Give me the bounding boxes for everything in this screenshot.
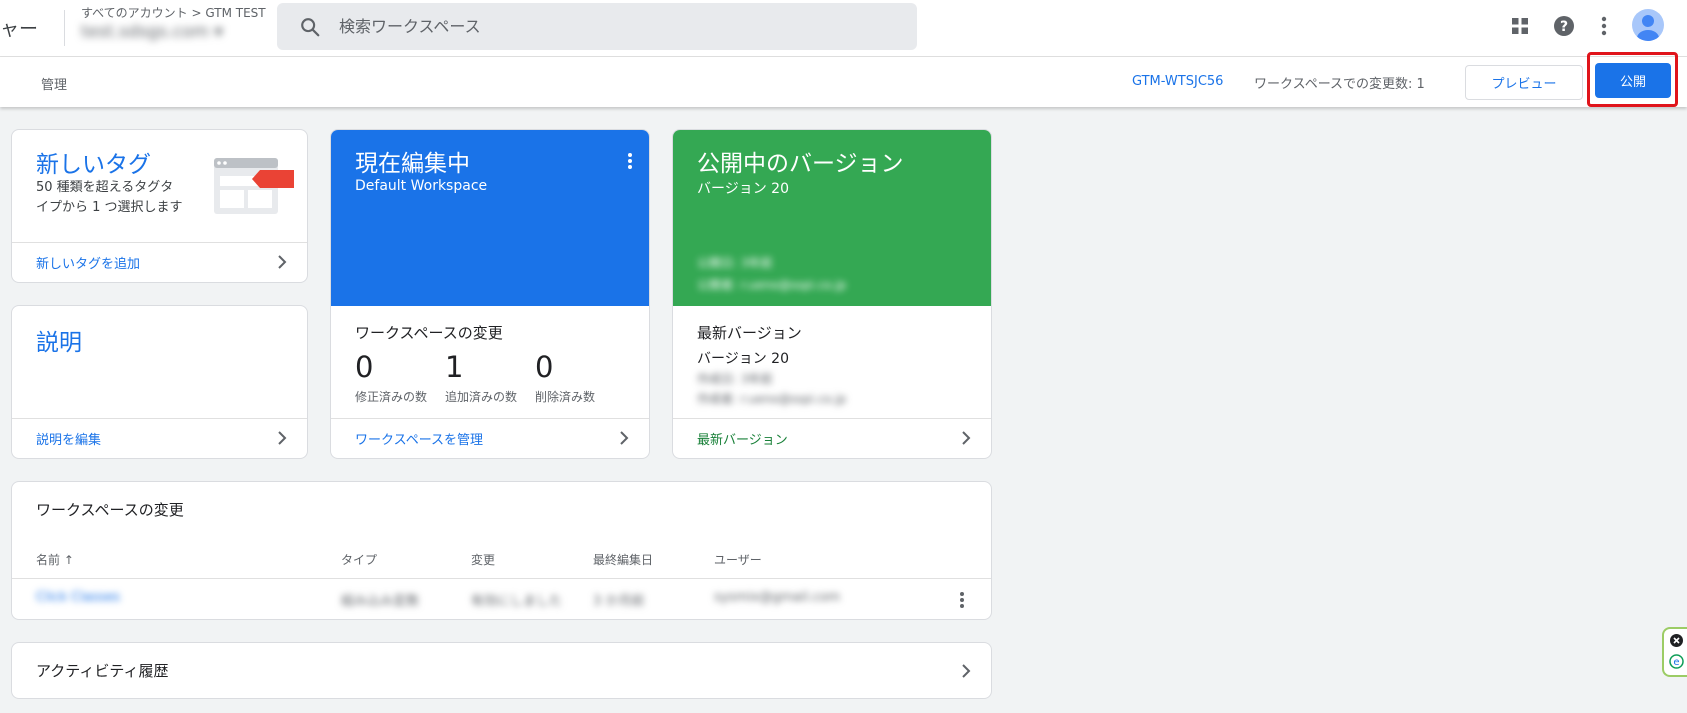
latest-creator: 作成者: r.ueno@sspi.co.jp xyxy=(697,392,847,406)
live-published-date: 公開日: 3年前 xyxy=(697,256,773,270)
row-name[interactable]: Click Classes xyxy=(36,590,120,605)
manage-workspaces-label: ワークスペースを管理 xyxy=(355,433,484,448)
current-workspace-header: 現在編集中 Default Workspace xyxy=(331,130,649,306)
column-header-type[interactable]: タイプ xyxy=(341,551,377,568)
activity-history-title: アクティビティ履歴 xyxy=(36,662,169,680)
container-selector[interactable]: test.sdsgs.com ▾ xyxy=(81,22,223,42)
container-name: test.sdsgs.com xyxy=(81,22,209,42)
chevron-right-icon xyxy=(620,431,629,445)
modified-label: 修正済みの数 xyxy=(355,390,428,404)
live-version-title: 公開中のバージョン xyxy=(697,151,904,177)
activity-history-card[interactable]: アクティビティ履歴 xyxy=(11,642,992,699)
new-tag-title: 新しいタグ xyxy=(36,152,151,178)
account-avatar-icon[interactable] xyxy=(1632,9,1664,41)
latest-created-date: 作成日: 3年前 xyxy=(697,372,773,386)
row-change: 有効にしました xyxy=(471,594,563,609)
workspace-changes-table-title: ワークスペースの変更 xyxy=(36,501,184,519)
apps-grid-icon[interactable] xyxy=(1506,12,1534,40)
deleted-count: 0 xyxy=(535,350,554,384)
app-title: ャー xyxy=(0,18,39,40)
new-tag-description: 50 種類を超えるタグタイプから 1 つ選択します xyxy=(36,180,183,215)
added-count: 1 xyxy=(445,350,464,384)
add-new-tag-label: 新しいタグを追加 xyxy=(36,257,141,272)
column-header-user[interactable]: ユーザー xyxy=(714,551,762,568)
container-id-link[interactable]: GTM-WTSJC56 xyxy=(1132,74,1223,89)
more-vert-icon[interactable] xyxy=(959,591,965,609)
live-published-by: 公開者: r.ueno@sspi.co.jp xyxy=(697,278,847,292)
top-app-bar: ャー すべてのアカウント > GTM TEST test.sdsgs.com ▾… xyxy=(0,0,1687,57)
latest-version-label: 最新バージョン xyxy=(697,433,788,448)
latest-version-link[interactable]: 最新バージョン xyxy=(673,418,991,458)
row-user: sysmix@gmail.com xyxy=(714,590,841,605)
current-workspace-title: 現在編集中 xyxy=(355,151,470,177)
column-header-change[interactable]: 変更 xyxy=(471,551,495,568)
search-icon xyxy=(301,18,320,37)
description-title: 説明 xyxy=(36,330,82,356)
extension-e-icon[interactable]: e xyxy=(1669,654,1684,669)
title-divider xyxy=(64,10,65,46)
svg-text:?: ? xyxy=(1560,19,1568,35)
latest-version-number: バージョン 20 xyxy=(697,351,789,367)
column-header-name[interactable]: 名前 ↑ xyxy=(36,551,74,568)
close-circle-icon[interactable] xyxy=(1669,633,1684,648)
row-type: 組み込み変数 xyxy=(341,594,420,609)
table-row[interactable]: Click Classes 組み込み変数 有効にしました 3 か月前 sysmi… xyxy=(12,579,991,619)
help-icon[interactable]: ? xyxy=(1550,12,1578,40)
publish-button[interactable]: 公開 xyxy=(1595,63,1671,98)
edit-description-link[interactable]: 説明を編集 xyxy=(12,418,307,458)
modified-count: 0 xyxy=(355,350,374,384)
deleted-label: 削除済み数 xyxy=(535,390,596,404)
live-version-card: 公開中のバージョン バージョン 20 公開日: 3年前 公開者: r.ueno@… xyxy=(672,129,992,459)
workspace-changes-table-card: ワークスペースの変更 名前 ↑ タイプ 変更 最終編集日 ユーザー Click … xyxy=(11,481,992,620)
chevron-right-icon xyxy=(962,431,971,445)
added-label: 追加済みの数 xyxy=(445,390,518,404)
tab-admin[interactable]: 管理 xyxy=(41,74,67,93)
chevron-right-icon xyxy=(278,431,287,445)
workspace-change-count: ワークスペースでの変更数: 1 xyxy=(1254,77,1425,92)
more-vert-icon[interactable] xyxy=(627,152,633,170)
extension-widget[interactable]: e xyxy=(1662,627,1687,677)
search-bar[interactable] xyxy=(277,3,917,50)
add-new-tag-link[interactable]: 新しいタグを追加 xyxy=(12,242,307,282)
more-vert-icon[interactable] xyxy=(1590,12,1618,40)
current-workspace-card: 現在編集中 Default Workspace ワークスペースの変更 0 1 0… xyxy=(330,129,650,459)
workspace-toolbar: 管理 GTM-WTSJC56 ワークスペースでの変更数: 1 プレビュー xyxy=(0,57,1687,107)
breadcrumb[interactable]: すべてのアカウント > GTM TEST xyxy=(81,4,266,21)
preview-button[interactable]: プレビュー xyxy=(1465,65,1583,100)
svg-text:e: e xyxy=(1673,657,1679,668)
latest-version-heading: 最新バージョン xyxy=(697,324,802,342)
tag-illustration-icon xyxy=(214,158,294,214)
search-input[interactable] xyxy=(339,11,899,41)
live-version-header: 公開中のバージョン バージョン 20 公開日: 3年前 公開者: r.ueno@… xyxy=(673,130,991,306)
new-tag-card[interactable]: 新しいタグ 50 種類を超えるタグタイプから 1 つ選択します 新しいタグを追加 xyxy=(11,129,308,283)
chevron-right-icon xyxy=(278,255,287,269)
row-last-edited: 3 か月前 xyxy=(593,594,645,609)
workspace-name: Default Workspace xyxy=(355,178,488,194)
column-header-last-edited[interactable]: 最終編集日 xyxy=(593,551,653,568)
chevron-right-icon xyxy=(962,664,971,678)
live-version-number: バージョン 20 xyxy=(697,181,789,197)
description-card: 説明 説明を編集 xyxy=(11,305,308,459)
manage-workspaces-link[interactable]: ワークスペースを管理 xyxy=(331,418,649,458)
edit-description-label: 説明を編集 xyxy=(36,433,102,448)
workspace-changes-heading: ワークスペースの変更 xyxy=(355,324,503,342)
